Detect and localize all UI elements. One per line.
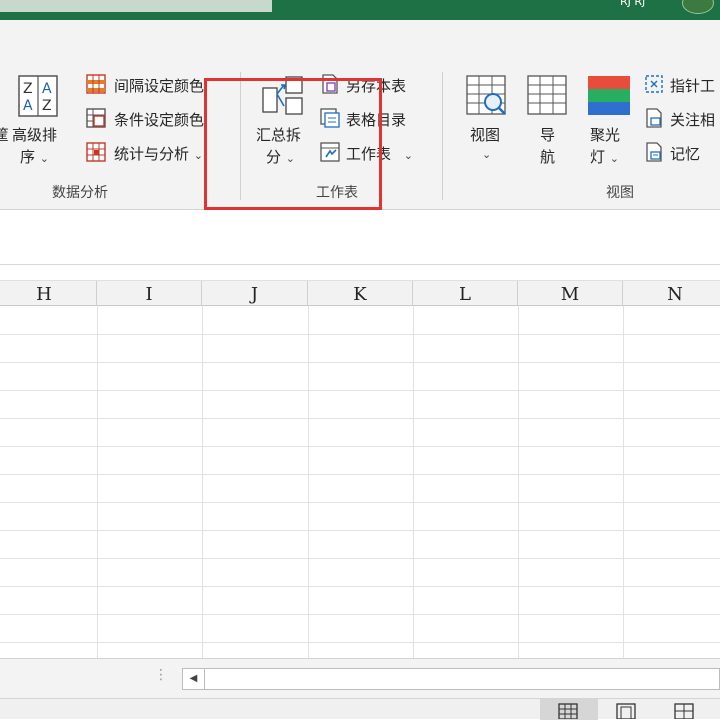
spotlight-button[interactable]: 聚光 灯 ⌄	[584, 74, 634, 174]
column-header-m[interactable]: M	[518, 281, 623, 307]
column-header-i[interactable]: I	[97, 281, 202, 307]
column-header-j[interactable]: J	[202, 281, 308, 307]
statistics-icon	[86, 142, 106, 162]
column-header-h[interactable]: H	[0, 281, 97, 307]
status-bar	[0, 698, 720, 720]
navigation-label-1: 导	[540, 126, 556, 144]
spotlight-label-1: 聚光	[590, 126, 621, 144]
cell-grid[interactable]	[0, 306, 720, 658]
group-label-data-analysis: 数据分析	[52, 185, 108, 201]
title-bar: RJ RJ	[0, 0, 720, 20]
user-name: RJ RJ	[620, 0, 646, 8]
conditional-color-label: 条件设定颜色	[114, 111, 205, 129]
advanced-sort-button[interactable]: Z A A Z 高级排 序 ⌄	[12, 74, 68, 174]
column-header-l[interactable]: L	[413, 281, 518, 307]
column-header-n[interactable]: N	[623, 281, 720, 307]
formula-bar[interactable]	[0, 210, 720, 265]
svg-text:Z: Z	[23, 81, 33, 97]
normal-view-button[interactable]	[540, 699, 598, 720]
chevron-down-icon: ⌄	[482, 148, 492, 161]
view-button[interactable]: 视图 ⌄	[462, 74, 512, 174]
navigation-button[interactable]: 导 航	[524, 74, 570, 174]
advanced-sort-label-2: 序 ⌄	[20, 148, 50, 166]
page-layout-icon	[616, 703, 636, 719]
chevron-down-icon: ⌄	[39, 152, 50, 165]
highlight-box	[204, 78, 382, 210]
view-label: 视图	[470, 126, 501, 144]
document-tab[interactable]	[0, 0, 272, 12]
page-break-icon	[674, 703, 694, 719]
chevron-down-icon: ⌄	[609, 152, 620, 165]
column-header-row: H I J K L M N	[0, 280, 720, 307]
view-icon	[466, 75, 506, 115]
page-break-view-button[interactable]	[656, 699, 714, 720]
page-layout-view-button[interactable]	[598, 699, 656, 720]
svg-text:A: A	[42, 81, 52, 97]
focus-related-label: 关注相	[670, 111, 716, 129]
chevron-down-icon: ⌄	[403, 149, 414, 162]
avatar[interactable]	[682, 0, 714, 14]
chevron-down-icon: ⌄	[193, 149, 204, 162]
pointer-icon	[645, 75, 663, 93]
svg-text:Z: Z	[42, 98, 52, 114]
ribbon: 筐 Z A A Z 高级排 序 ⌄ 间隔设定颜色 条件设定颜色 统计与分析 ⌄ …	[0, 20, 720, 210]
focus-icon	[646, 108, 662, 128]
horizontal-scrollbar[interactable]: ◀	[182, 668, 720, 690]
focus-related-button[interactable]: 关注相	[644, 108, 720, 132]
group-separator	[442, 72, 443, 200]
interval-color-label: 间隔设定颜色	[114, 77, 205, 95]
scroll-left-icon[interactable]: ◀	[183, 669, 205, 689]
splitter-handle-icon[interactable]: ⋮	[154, 667, 168, 683]
interval-color-icon	[86, 74, 106, 94]
memory-icon	[646, 142, 662, 162]
navigation-label-2: 航	[540, 148, 556, 166]
advanced-sort-label-1: 高级排	[12, 126, 58, 144]
memory-button[interactable]: 记忆	[644, 142, 720, 166]
svg-text:A: A	[23, 98, 33, 114]
sort-az-icon: Z A A Z	[18, 75, 58, 117]
statistics-analysis-label: 统计与分析 ⌄	[114, 145, 204, 163]
pointer-tool-button[interactable]: 指针工	[644, 74, 720, 98]
sheet-tab-scroll-area: ⋮ ◀	[0, 658, 720, 698]
pointer-tool-label: 指针工	[670, 77, 716, 95]
group-label-view: 视图	[606, 185, 634, 201]
memory-label: 记忆	[670, 145, 701, 163]
conditional-color-icon	[86, 108, 106, 128]
column-header-k[interactable]: K	[308, 281, 413, 307]
cut-off-label: 筐	[0, 126, 10, 144]
navigation-icon	[527, 75, 567, 115]
spotlight-label-2: 灯 ⌄	[590, 148, 620, 166]
normal-view-icon	[558, 703, 578, 719]
spotlight-icon	[588, 76, 630, 115]
